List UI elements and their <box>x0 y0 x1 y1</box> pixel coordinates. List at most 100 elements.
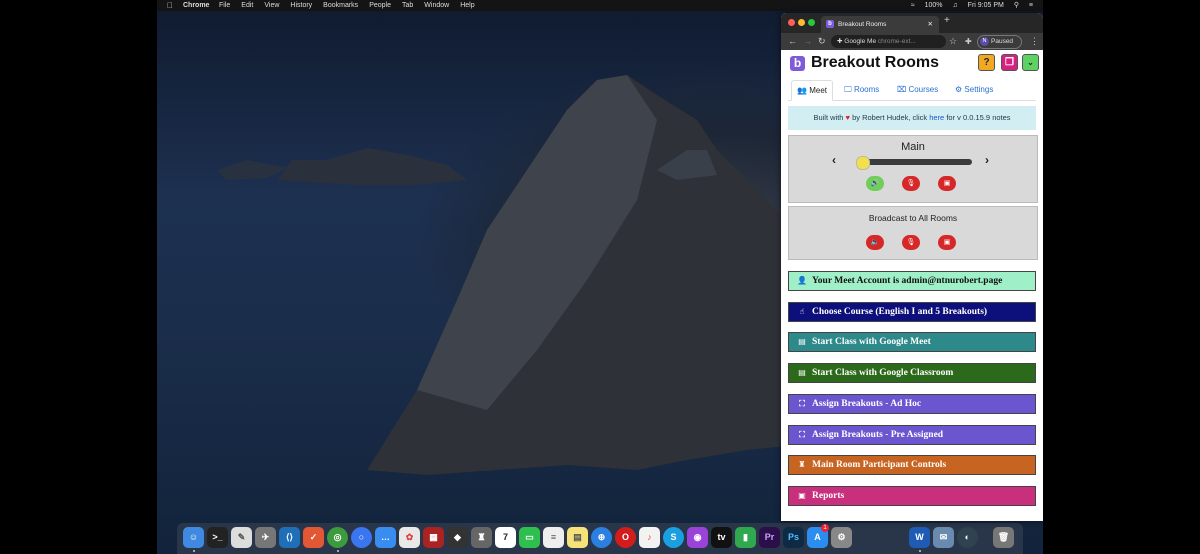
broadcast-panel: Broadcast to All Rooms 🔈 🎙 ▣ <box>788 206 1038 260</box>
slider-handle[interactable] <box>856 156 870 170</box>
tab-courses[interactable]: ⌧ Courses <box>897 80 938 99</box>
menu-tab[interactable]: Tab <box>402 2 413 9</box>
premiere-icon[interactable]: Pr <box>759 527 780 548</box>
profile-status: Paused <box>991 38 1014 45</box>
choose-course-button[interactable]: ☝ Choose Course (English I and 5 Breakout… <box>788 301 1036 322</box>
more-menu-icon[interactable]: ⋮ <box>1030 33 1039 50</box>
photos-icon[interactable]: ✿ <box>399 527 420 548</box>
broadcast-mute-mic-button[interactable]: 🎙 <box>902 235 920 250</box>
music-icon[interactable]: ♪ <box>639 527 660 548</box>
calendar-icon[interactable]: 7 <box>495 527 516 548</box>
browser-tab[interactable]: b Breakout Rooms ✕ <box>821 16 939 33</box>
browser-icon[interactable]: ◐ <box>957 527 978 548</box>
bookmark-star-icon[interactable]: ☆ <box>949 33 957 50</box>
terminal-icon[interactable]: >_ <box>207 527 228 548</box>
mail-icon[interactable]: ✉ <box>933 527 954 548</box>
tab-settings-label: Settings <box>964 85 994 94</box>
forward-icon[interactable]: → <box>803 33 812 50</box>
address-bar[interactable]: ✚ Google Me chrome-ext... <box>831 35 946 48</box>
podium-icon: ♜ <box>798 460 806 470</box>
app-icon[interactable]: ✓ <box>303 527 324 548</box>
clock[interactable]: Fri 9:05 PM <box>968 2 1004 9</box>
list-icon[interactable]: ≡ <box>1029 2 1033 9</box>
skype-icon[interactable]: S <box>663 527 684 548</box>
stickies-icon[interactable]: ▤ <box>567 527 588 548</box>
tab-meet[interactable]: 👥 Meet <box>791 80 833 101</box>
tab-rooms[interactable]: 🖵 Rooms <box>844 80 879 99</box>
app-name[interactable]: Chrome <box>183 0 209 11</box>
messages-icon[interactable]: … <box>375 527 396 548</box>
profile-button[interactable]: N Paused <box>977 35 1022 49</box>
new-tab-icon[interactable]: + <box>944 15 950 26</box>
podcasts-icon[interactable]: ◉ <box>687 527 708 548</box>
search-icon[interactable]: ⚲ <box>1014 2 1019 9</box>
back-icon[interactable]: ← <box>788 33 797 50</box>
text-edit-icon[interactable]: ✎ <box>231 527 252 548</box>
menu-help[interactable]: Help <box>460 2 474 9</box>
signal-icon[interactable]: ○ <box>351 527 372 548</box>
battery-level[interactable]: 100% <box>925 2 943 9</box>
photoshop-icon[interactable]: Ps <box>783 527 804 548</box>
camera-off-button[interactable]: ▣ <box>938 176 956 191</box>
meet-account-button[interactable]: 👤 Your Meet Account is admin@ntnurobert.p… <box>788 271 1036 291</box>
address-title: Google Me <box>844 38 877 45</box>
finder-icon[interactable]: ☺ <box>183 527 204 548</box>
minimize-window-icon[interactable] <box>798 19 805 26</box>
id-card-icon: ▤ <box>798 368 806 378</box>
launchpad-icon[interactable]: ✈ <box>255 527 276 548</box>
menu-edit[interactable]: Edit <box>241 2 253 9</box>
word-icon[interactable]: W <box>909 527 930 548</box>
start-meet-button[interactable]: ▤ Start Class with Google Meet <box>788 332 1036 353</box>
room-slider[interactable] <box>864 159 972 165</box>
safari-icon[interactable]: ⊕ <box>591 527 612 548</box>
menu-window[interactable]: Window <box>424 2 449 9</box>
chrome-icon[interactable]: ◎ <box>327 527 348 548</box>
volume-icon[interactable]: ♫ <box>952 2 957 9</box>
start-classroom-button[interactable]: ▤ Start Class with Google Classroom <box>788 363 1036 384</box>
action-label: Start Class with Google Classroom <box>812 368 954 379</box>
tab-meet-label: Meet <box>809 86 827 95</box>
mute-mic-button[interactable]: 🎙 <box>902 176 920 191</box>
numbers-icon[interactable]: ▮ <box>735 527 756 548</box>
line-icon[interactable]: ▭ <box>519 527 540 548</box>
opera-icon[interactable]: O <box>615 527 636 548</box>
tab-settings[interactable]: ⚙ Settings <box>955 80 993 99</box>
menu-history[interactable]: History <box>290 2 312 9</box>
automator-icon[interactable]: ♜ <box>471 527 492 548</box>
dock: ☺ >_ ✎ ✈ ⟨⟩ ✓ ◎ ○ … ✿ ▦ ◆ ♜ 7 ▭ ≡ ▤ ⊕ O … <box>177 523 1023 554</box>
next-room-button[interactable]: › <box>985 153 989 167</box>
assign-preassigned-button[interactable]: ⛶ Assign Breakouts - Pre Assigned <box>788 424 1036 445</box>
close-tab-icon[interactable]: ✕ <box>928 16 933 33</box>
close-window-icon[interactable] <box>788 19 795 26</box>
collapse-button[interactable]: ⌄ <box>1022 54 1039 71</box>
popout-button[interactable]: ❐ <box>1001 54 1018 71</box>
speaker-button[interactable]: 🔊 <box>866 176 884 191</box>
vscode-icon[interactable]: ⟨⟩ <box>279 527 300 548</box>
menu-people[interactable]: People <box>369 2 391 9</box>
room-title: Main <box>901 141 925 153</box>
apple-icon[interactable]:  <box>167 0 173 11</box>
system-preferences-icon[interactable]: ⚙ <box>831 527 852 548</box>
menu-bookmarks[interactable]: Bookmarks <box>323 2 358 9</box>
broadcast-camera-off-button[interactable]: ▣ <box>938 235 956 250</box>
broadcast-speaker-button[interactable]: 🔈 <box>866 235 884 250</box>
maximize-window-icon[interactable] <box>808 19 815 26</box>
photo-booth-icon[interactable]: ▦ <box>423 527 444 548</box>
wifi-icon[interactable]: ≈ <box>911 2 915 9</box>
action-label: Your Meet Account is admin@ntnurobert.pa… <box>812 276 1003 286</box>
menu-view[interactable]: View <box>264 2 279 9</box>
participant-controls-button[interactable]: ♜ Main Room Participant Controls <box>788 455 1036 476</box>
reload-icon[interactable]: ↻ <box>818 33 826 50</box>
help-button[interactable]: ? <box>978 54 995 71</box>
previous-room-button[interactable]: ‹ <box>832 153 836 167</box>
monitor-icon: 🖵 <box>844 85 852 94</box>
extensions-icon[interactable]: ✚ <box>965 33 972 50</box>
app-icon[interactable]: ◆ <box>447 527 468 548</box>
assign-adhoc-button[interactable]: ⛶ Assign Breakouts - Ad Hoc <box>788 393 1036 414</box>
menu-file[interactable]: File <box>219 2 230 9</box>
notes-icon[interactable]: ≡ <box>543 527 564 548</box>
notes-link[interactable]: here <box>929 113 944 122</box>
trash-icon[interactable]: 🗑 <box>993 527 1014 548</box>
tv-icon[interactable]: tv <box>711 527 732 548</box>
reports-button[interactable]: ▣ Reports <box>788 485 1036 506</box>
